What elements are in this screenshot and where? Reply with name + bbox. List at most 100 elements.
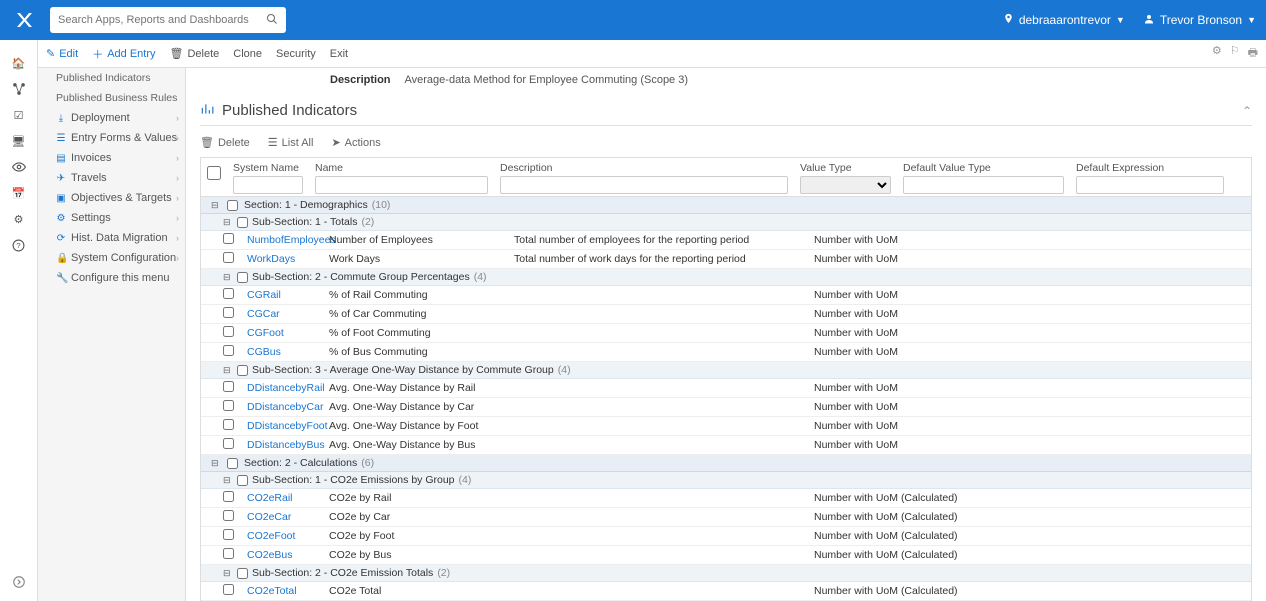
table-row[interactable]: DDistancebyFootAvg. One-Way Distance by … [201,417,1251,436]
row-checkbox[interactable] [223,345,234,356]
rail-network-icon[interactable] [0,76,38,102]
row-checkbox[interactable] [223,510,234,521]
delete-button[interactable]: 🗑Delete [170,47,220,60]
subsection-checkbox[interactable] [237,475,248,486]
rail-collapse-icon[interactable] [0,569,38,595]
subsection-checkbox[interactable] [237,568,248,579]
col-description[interactable]: Description [500,162,553,174]
table-row[interactable]: CGFoot% of Foot CommutingNumber with UoM [201,324,1251,343]
col-name[interactable]: Name [315,162,343,174]
search-icon[interactable] [266,13,278,28]
table-row[interactable]: CO2eCarCO2e by CarNumber with UoM (Calcu… [201,508,1251,527]
rail-home-icon[interactable]: 🏠 [0,50,38,76]
col-system-name[interactable]: System Name [233,162,299,174]
sidebar-item-entry-forms[interactable]: ☰Entry Forms & Values› [38,128,185,148]
table-row[interactable]: DDistancebyRailAvg. One-Way Distance by … [201,379,1251,398]
sidebar-item-system-config[interactable]: 🔒System Configuration› [38,248,185,268]
table-row[interactable]: DDistancebyCarAvg. One-Way Distance by C… [201,398,1251,417]
security-button[interactable]: Security [276,48,316,60]
row-checkbox[interactable] [223,252,234,263]
grid-section-row[interactable]: ⊟Section: 1 - Demographics (10) [201,197,1251,214]
system-name-link[interactable]: CGRail [247,289,281,301]
sidebar-item-settings[interactable]: ⚙Settings› [38,208,185,228]
clone-button[interactable]: Clone [233,48,262,60]
search-input[interactable] [58,14,260,26]
rail-eye-icon[interactable] [0,154,38,180]
sidebar-item-objectives[interactable]: ▣Objectives & Targets› [38,188,185,208]
grid-listall-button[interactable]: ☰List All [268,136,314,149]
app-logo[interactable] [10,6,38,34]
rail-calendar-icon[interactable]: 📅 [0,180,38,206]
sidebar-item-invoices[interactable]: ▤Invoices› [38,148,185,168]
table-row[interactable]: WorkDaysWork DaysTotal number of work da… [201,250,1251,269]
row-checkbox[interactable] [223,438,234,449]
system-name-link[interactable]: DDistancebyBus [247,439,325,451]
table-row[interactable]: DDistancebyBusAvg. One-Way Distance by B… [201,436,1251,455]
subsection-checkbox[interactable] [237,272,248,283]
grid-section-row[interactable]: ⊟Section: 2 - Calculations (6) [201,455,1251,472]
row-checkbox[interactable] [223,326,234,337]
table-row[interactable]: CGRail% of Rail CommutingNumber with UoM [201,286,1251,305]
filter-default-value-type[interactable] [903,176,1064,194]
filter-system-name[interactable] [233,176,303,194]
row-checkbox[interactable] [223,491,234,502]
add-entry-button[interactable]: ＋Add Entry [92,46,155,62]
system-name-link[interactable]: CGCar [247,308,280,320]
system-name-link[interactable]: CO2eCar [247,511,291,523]
subsection-checkbox[interactable] [237,217,248,228]
flag-icon[interactable]: ⚐ [1230,44,1240,63]
collapse-icon[interactable]: ⊟ [223,475,233,486]
search-box[interactable] [50,7,286,33]
row-checkbox[interactable] [223,288,234,299]
grid-subsection-row[interactable]: ⊟Sub-Section: 1 - CO2e Emissions by Grou… [201,472,1251,489]
table-row[interactable]: CGBus% of Bus CommutingNumber with UoM [201,343,1251,362]
col-default-expression[interactable]: Default Expression [1076,162,1164,174]
gear-icon[interactable]: ⚙ [1212,44,1222,63]
row-checkbox[interactable] [223,233,234,244]
exit-button[interactable]: Exit [330,48,348,60]
rail-monitor-icon[interactable]: 🖥 [0,128,38,154]
sidebar-item-travels[interactable]: ✈Travels› [38,168,185,188]
grid-subsection-row[interactable]: ⊟Sub-Section: 3 - Average One-Way Distan… [201,362,1251,379]
rail-help-icon[interactable]: ? [0,232,38,258]
subsection-checkbox[interactable] [237,365,248,376]
grid-delete-button[interactable]: 🗑Delete [200,136,250,149]
collapse-icon[interactable]: ⊟ [223,365,233,376]
system-name-link[interactable]: CGBus [247,346,281,358]
section-checkbox[interactable] [227,458,238,469]
table-row[interactable]: CGCar% of Car CommutingNumber with UoM [201,305,1251,324]
row-checkbox[interactable] [223,307,234,318]
select-all-checkbox[interactable] [207,164,221,182]
row-checkbox[interactable] [223,381,234,392]
filter-name[interactable] [315,176,488,194]
filter-default-expression[interactable] [1076,176,1224,194]
rail-gear-icon[interactable]: ⚙ [0,206,38,232]
system-name-link[interactable]: CO2eTotal [247,585,297,597]
system-name-link[interactable]: CO2eRail [247,492,293,504]
table-row[interactable]: NumbofEmployeesNumber of EmployeesTotal … [201,231,1251,250]
table-row[interactable]: CO2eTotalCO2e TotalNumber with UoM (Calc… [201,582,1251,601]
collapse-icon[interactable]: ⊟ [211,200,221,211]
sidebar-item-hist-data[interactable]: ⟳Hist. Data Migration› [38,228,185,248]
system-name-link[interactable]: DDistancebyRail [247,382,325,394]
grid-subsection-row[interactable]: ⊟Sub-Section: 1 - Totals (2) [201,214,1251,231]
collapse-icon[interactable]: ⊟ [223,217,233,228]
grid-actions-button[interactable]: ➤Actions [331,136,380,149]
sidebar-item-deployment[interactable]: ⤓Deployment› [38,108,185,128]
collapse-icon[interactable]: ⌃ [1242,104,1252,118]
sidebar-item-configure-menu[interactable]: 🔧Configure this menu [38,268,185,288]
grid-subsection-row[interactable]: ⊟Sub-Section: 2 - Commute Group Percenta… [201,269,1251,286]
row-checkbox[interactable] [223,529,234,540]
filter-value-type[interactable] [800,176,891,194]
collapse-icon[interactable]: ⊟ [211,458,221,469]
row-checkbox[interactable] [223,419,234,430]
sidebar-item-published-indicators[interactable]: Published Indicators [38,68,185,88]
table-row[interactable]: CO2eFootCO2e by FootNumber with UoM (Cal… [201,527,1251,546]
system-name-link[interactable]: CO2eBus [247,549,293,561]
collapse-icon[interactable]: ⊟ [223,568,233,579]
system-name-link[interactable]: DDistancebyFoot [247,420,328,432]
filter-description[interactable] [500,176,788,194]
print-icon[interactable]: 🖶 [1248,44,1258,63]
section-checkbox[interactable] [227,200,238,211]
system-name-link[interactable]: DDistancebyCar [247,401,323,413]
